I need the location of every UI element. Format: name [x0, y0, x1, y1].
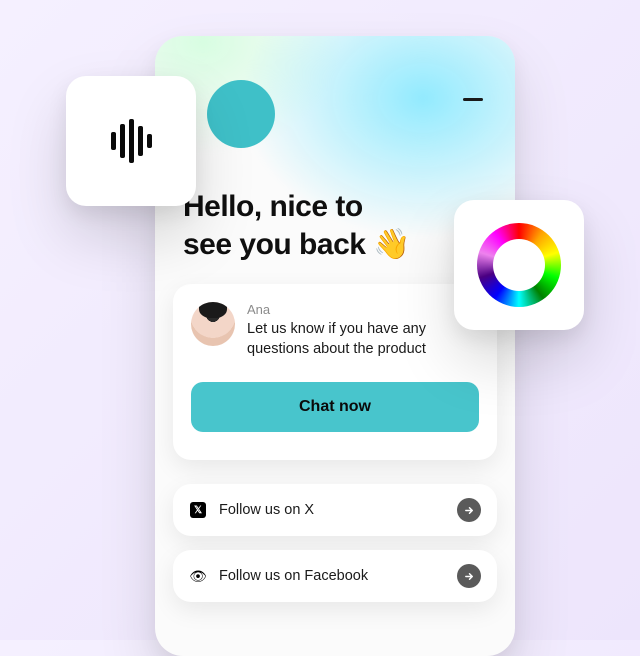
- link-follow-facebook[interactable]: 👁 Follow us on Facebook: [173, 550, 497, 602]
- greeting-line2: see you back: [183, 228, 365, 261]
- audio-waveform-icon: [111, 119, 152, 163]
- arrow-right-icon: [457, 498, 481, 522]
- link-label: Follow us on X: [219, 502, 457, 518]
- color-wheel-icon: [477, 223, 561, 307]
- audio-waveform-tile: [66, 76, 196, 206]
- eye-icon: 👁: [189, 567, 207, 585]
- message-body: Ana Let us know if you have any question…: [247, 302, 479, 360]
- chat-now-button[interactable]: Chat now: [191, 382, 479, 432]
- link-follow-x[interactable]: 𝕏 Follow us on X: [173, 484, 497, 536]
- message-card: Ana Let us know if you have any question…: [173, 284, 497, 460]
- greeting-heading: Hello, nice to see you back 👋: [183, 188, 487, 263]
- link-label: Follow us on Facebook: [219, 568, 457, 584]
- greeting-line1: Hello, nice to: [183, 190, 363, 223]
- accent-circle: [207, 80, 275, 148]
- chat-widget: Hello, nice to see you back 👋 Ana Let us…: [155, 36, 515, 656]
- x-logo-icon: 𝕏: [189, 501, 207, 519]
- message-text: Let us know if you have any questions ab…: [247, 319, 479, 360]
- message-row: Ana Let us know if you have any question…: [191, 302, 479, 360]
- wave-emoji: 👋: [373, 228, 410, 261]
- color-wheel-tile: [454, 200, 584, 330]
- message-author: Ana: [247, 302, 479, 317]
- arrow-right-icon: [457, 564, 481, 588]
- avatar: [191, 302, 235, 346]
- minimize-button[interactable]: [463, 98, 483, 101]
